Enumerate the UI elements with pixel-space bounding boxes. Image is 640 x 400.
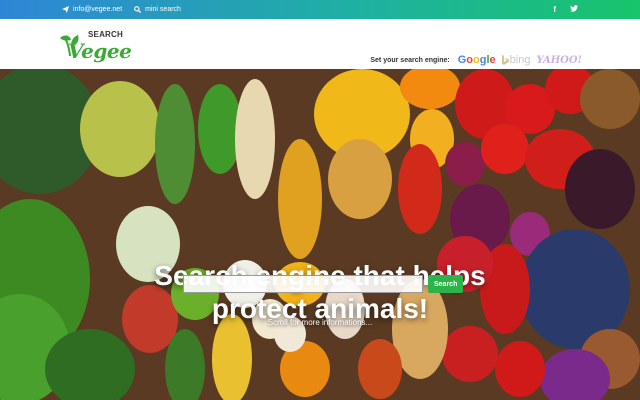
logo-search-word: SEARCH (88, 30, 123, 39)
yahoo-option[interactable]: YAHOO! (536, 55, 582, 66)
engine-label: Set your search engine: (370, 56, 450, 64)
email-text: info@vegee.net (73, 6, 123, 13)
vegee-logo[interactable]: SEARCH Vegee (58, 28, 132, 63)
google-letter: o (473, 54, 480, 66)
mini-search-text: mini search (145, 6, 181, 13)
logo-brand: Vegee (68, 39, 132, 63)
mini-search-link[interactable]: mini search (134, 6, 181, 13)
search-button[interactable]: Search (428, 275, 464, 293)
vegetables-background-image (0, 69, 640, 400)
google-letter: e (489, 54, 496, 66)
google-letter: o (466, 54, 474, 66)
paper-plane-icon (62, 6, 69, 13)
search-form: Search (183, 275, 464, 293)
social-links: f (553, 0, 578, 19)
search-icon (134, 6, 142, 13)
twitter-icon[interactable] (570, 5, 578, 14)
top-bar: info@vegee.net mini search f (0, 0, 640, 19)
hero-section: Search engine that helps protect animals… (0, 69, 640, 400)
top-bar-links: info@vegee.net mini search (62, 0, 181, 19)
bing-option[interactable]: bing (501, 54, 531, 66)
email-link[interactable]: info@vegee.net (62, 6, 122, 13)
search-input[interactable] (183, 275, 423, 293)
bing-logo-icon (501, 55, 509, 65)
bing-text: bing (509, 54, 531, 66)
scroll-hint[interactable]: Scroll for more informations... (0, 318, 640, 327)
google-letter: G (457, 54, 467, 66)
header: SEARCH Vegee Set your search engine: Goo… (0, 19, 640, 69)
facebook-icon[interactable]: f (553, 5, 556, 14)
google-option[interactable]: Google (458, 54, 496, 66)
search-engine-selector: Set your search engine: Google bing YAHO… (370, 54, 582, 66)
